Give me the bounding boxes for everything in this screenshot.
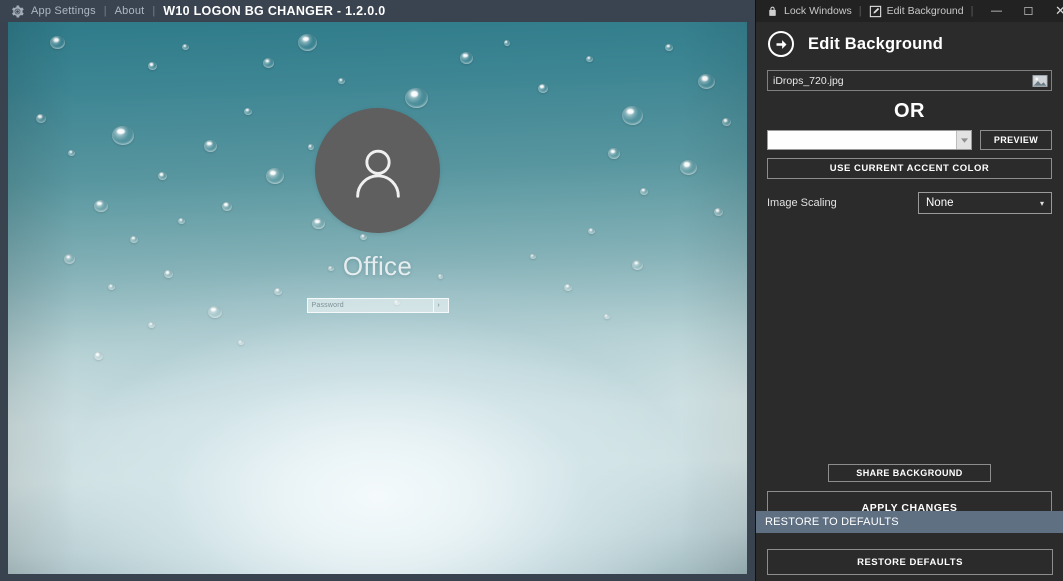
titlebar-separator-1: |: [96, 5, 115, 17]
password-input[interactable]: Password ›: [307, 298, 449, 313]
panel-header: Edit Background: [756, 22, 1063, 66]
lockscreen-password-row: Password ›: [307, 298, 449, 313]
color-picker-row: PREVIEW: [767, 130, 1052, 150]
panel-body: iDrops_720.jpg OR PREVIEW: [756, 66, 1063, 525]
application-window: App Settings | About | W10 LOGON BG CHAN…: [0, 0, 1063, 581]
preview-window: App Settings | About | W10 LOGON BG CHAN…: [0, 0, 755, 581]
restore-defaults-button[interactable]: RESTORE DEFAULTS: [767, 549, 1053, 575]
preview-button[interactable]: PREVIEW: [980, 130, 1052, 150]
about-link[interactable]: About: [115, 5, 145, 17]
or-label: OR: [767, 100, 1052, 123]
chevron-down-icon[interactable]: [956, 131, 971, 149]
share-background-button[interactable]: SHARE BACKGROUND: [828, 464, 991, 482]
app-title: W10 LOGON BG CHANGER - 1.2.0.0: [163, 4, 385, 18]
image-scaling-select[interactable]: None ▾: [918, 192, 1052, 214]
gear-icon[interactable]: [10, 4, 25, 19]
page-title: Edit Background: [808, 35, 943, 54]
edit-background-label: Edit Background: [887, 5, 964, 17]
panel-titlebar-separator-2: |: [964, 5, 981, 17]
use-accent-color-button[interactable]: USE CURRENT ACCENT COLOR: [767, 158, 1052, 179]
password-placeholder: Password: [312, 302, 344, 309]
background-file-row: iDrops_720.jpg: [767, 70, 1052, 91]
edit-background-button[interactable]: Edit Background: [869, 5, 964, 18]
lockscreen-user-tile: Office Password ›: [8, 108, 747, 313]
chevron-down-icon: ▾: [1040, 199, 1044, 208]
color-combobox[interactable]: [767, 130, 972, 150]
maximize-button[interactable]: ☐: [1012, 0, 1044, 22]
user-avatar-icon: [347, 140, 409, 202]
panel-titlebar: Lock Windows | Edit Background | — ☐ ✕: [756, 0, 1063, 22]
app-settings-link[interactable]: App Settings: [31, 5, 96, 17]
pencil-edit-icon: [869, 5, 882, 18]
window-controls: — ☐ ✕: [980, 0, 1063, 22]
image-scaling-value: None: [926, 197, 954, 209]
restore-section-label: RESTORE TO DEFAULTS: [765, 516, 899, 528]
titlebar-separator-2: |: [144, 5, 163, 17]
padlock-icon: [766, 5, 779, 18]
restore-to-defaults-section: RESTORE TO DEFAULTS: [756, 511, 1063, 533]
panel-spacer: [767, 214, 1052, 464]
image-browse-icon[interactable]: [1029, 71, 1051, 90]
color-swatch: [768, 131, 956, 149]
app-titlebar: App Settings | About | W10 LOGON BG CHAN…: [0, 0, 755, 22]
minimize-button[interactable]: —: [980, 0, 1012, 22]
panel-titlebar-separator-1: |: [852, 5, 869, 17]
lock-windows-label: Lock Windows: [784, 5, 852, 17]
image-scaling-row: Image Scaling None ▾: [767, 192, 1052, 214]
settings-panel: Lock Windows | Edit Background | — ☐ ✕: [755, 0, 1063, 581]
lockscreen-preview[interactable]: Office Password ›: [8, 22, 747, 574]
image-scaling-label: Image Scaling: [767, 197, 837, 209]
password-submit-arrow[interactable]: ›: [433, 299, 444, 312]
background-file-name[interactable]: iDrops_720.jpg: [768, 71, 1029, 90]
arrow-right-circle-icon[interactable]: [768, 31, 794, 57]
close-button[interactable]: ✕: [1044, 0, 1063, 22]
avatar: [315, 108, 440, 233]
lock-windows-button[interactable]: Lock Windows: [766, 5, 852, 18]
lockscreen-user-name: Office: [343, 251, 412, 282]
